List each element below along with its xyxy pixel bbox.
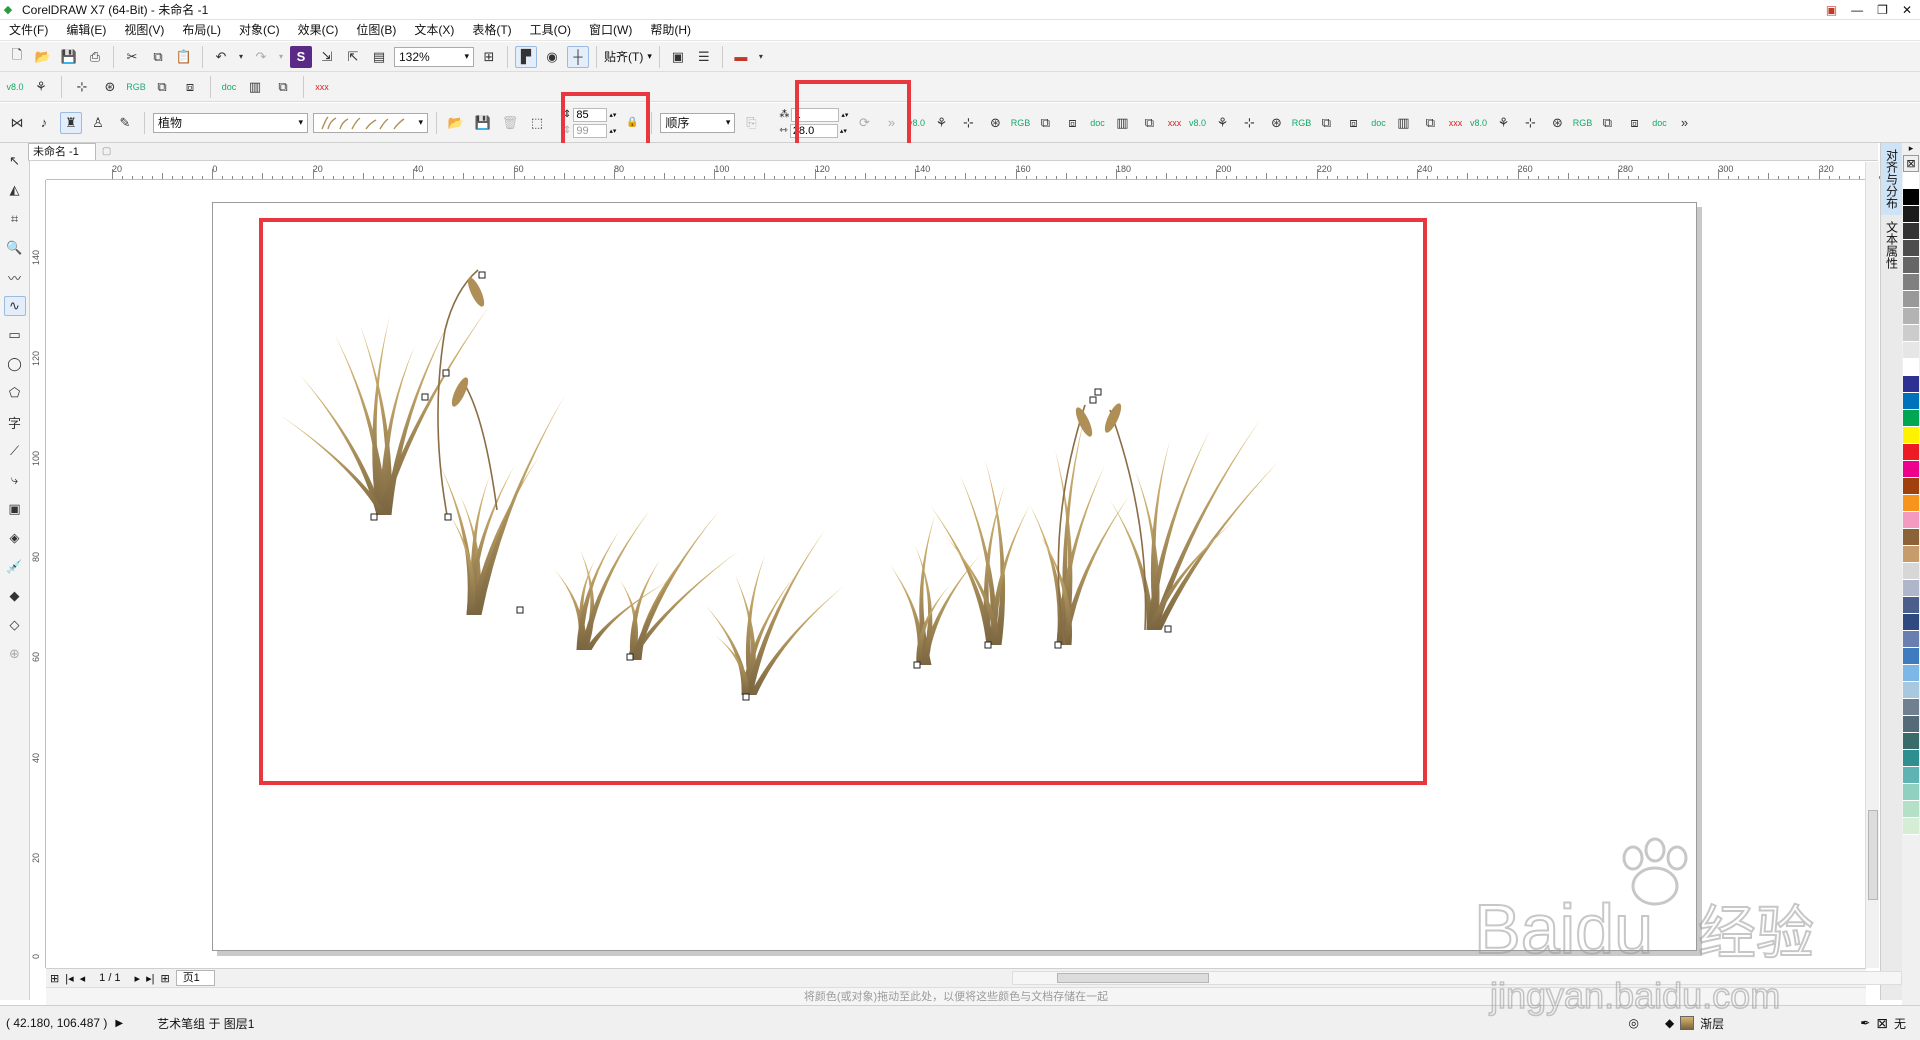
palette-swatch[interactable] <box>1903 359 1919 376</box>
palette-swatch[interactable] <box>1903 546 1919 563</box>
palette-swatch[interactable] <box>1903 767 1919 784</box>
node-handle[interactable] <box>478 271 486 279</box>
grass-blade <box>745 530 825 695</box>
docker-tab-align-distribute[interactable]: 对齐与分布 <box>1881 143 1903 215</box>
palette-swatch[interactable] <box>1903 648 1919 665</box>
palette-swatch[interactable] <box>1903 257 1919 274</box>
palette-swatch[interactable] <box>1903 699 1919 716</box>
palette-swatch[interactable] <box>1903 563 1919 580</box>
palette-swatch[interactable] <box>1903 750 1919 767</box>
palette-swatch[interactable] <box>1903 325 1919 342</box>
no-color-swatch[interactable]: ⊠ <box>1903 155 1919 172</box>
palette-scroll-up-icon[interactable]: ▸ <box>1909 143 1914 155</box>
node-handle[interactable] <box>984 641 992 649</box>
grass-blade <box>440 465 474 615</box>
node-handle[interactable] <box>742 693 750 701</box>
node-handle[interactable] <box>913 661 921 669</box>
last-page-icon[interactable]: ▸| <box>146 972 154 985</box>
vertical-scroll-thumb[interactable] <box>1868 810 1878 900</box>
baidu-jingyan-watermark: Baidu 经验 jingyan.baidu.com <box>1473 837 1815 1017</box>
cattail-head <box>467 277 485 307</box>
grass-blade <box>705 605 749 695</box>
palette-swatch[interactable] <box>1903 206 1919 223</box>
add-page-icon[interactable]: ⊞ <box>50 972 59 985</box>
palette-swatch[interactable] <box>1903 733 1919 750</box>
palette-swatch[interactable] <box>1903 342 1919 359</box>
palette-swatch[interactable] <box>1903 393 1919 410</box>
palette-swatch[interactable] <box>1903 274 1919 291</box>
grass-blade <box>584 580 670 650</box>
grass-blade <box>474 395 565 615</box>
object-info: 艺术笔组 于 图层1 <box>157 1016 255 1031</box>
cattail-stem <box>1109 409 1147 631</box>
palette-swatch[interactable] <box>1903 444 1919 461</box>
node-handle[interactable] <box>442 369 450 377</box>
next-page-icon[interactable]: ▸ <box>135 972 141 985</box>
grass-blade <box>1154 460 1280 630</box>
outline-pen-icon: ✒ <box>1860 1016 1871 1030</box>
node-handle[interactable] <box>516 606 524 614</box>
palette-swatch[interactable] <box>1903 784 1919 801</box>
grass-blade <box>384 320 450 515</box>
node-handle[interactable] <box>1054 641 1062 649</box>
grass-blade <box>1110 500 1154 630</box>
palette-swatch[interactable] <box>1903 716 1919 733</box>
palette-swatch[interactable] <box>1903 189 1919 206</box>
page-tab[interactable]: 页1 <box>175 970 215 986</box>
node-handle[interactable] <box>626 653 634 661</box>
first-page-icon[interactable]: |◂ <box>65 972 73 985</box>
palette-swatch[interactable] <box>1903 223 1919 240</box>
cursor-coordinates: ( 42.180, 106.487 ) <box>6 1016 108 1030</box>
grass-blade <box>630 510 720 660</box>
palette-swatch[interactable] <box>1903 512 1919 529</box>
palette-swatch[interactable] <box>1903 461 1919 478</box>
node-handle[interactable] <box>444 513 452 521</box>
palette-swatch[interactable] <box>1903 580 1919 597</box>
node-handle[interactable] <box>421 393 429 401</box>
palette-swatch[interactable] <box>1903 495 1919 512</box>
horizontal-scroll-thumb[interactable] <box>1057 973 1209 983</box>
palette-swatch[interactable] <box>1903 172 1919 189</box>
no-outline-icon: ⊠ <box>1876 1014 1888 1031</box>
palette-swatch[interactable] <box>1903 410 1919 427</box>
palette-swatch[interactable] <box>1903 529 1919 546</box>
grass-blade <box>580 510 650 650</box>
palette-swatch[interactable] <box>1903 240 1919 257</box>
palette-swatch[interactable] <box>1903 597 1919 614</box>
palette-swatch[interactable] <box>1903 427 1919 444</box>
palette-swatch[interactable] <box>1903 665 1919 682</box>
docker-tabs: 对齐与分布 文本属性 <box>1880 143 1903 1000</box>
palette-swatch[interactable] <box>1903 818 1919 835</box>
grass-blade <box>626 550 740 660</box>
node-handle[interactable] <box>1094 388 1102 396</box>
watermark-brand: Baidu <box>1474 890 1653 968</box>
node-handle[interactable] <box>1164 625 1172 633</box>
palette-swatch[interactable] <box>1903 291 1919 308</box>
palette-swatch[interactable] <box>1903 614 1919 631</box>
palette-swatch[interactable] <box>1903 631 1919 648</box>
add-page-end-icon[interactable]: ⊞ <box>160 972 169 985</box>
watermark-brand-cn: 经验 <box>1698 899 1814 967</box>
palette-swatch[interactable] <box>1903 478 1919 495</box>
watermark-url: jingyan.baidu.com <box>1489 975 1780 1016</box>
status-play-icon[interactable]: ▶ <box>115 1018 123 1029</box>
grass-blade <box>930 505 994 645</box>
page-count: 1 / 1 <box>99 972 121 984</box>
cattail-head <box>1104 403 1122 433</box>
palette-swatch[interactable] <box>1903 801 1919 818</box>
cattail-stem <box>464 384 498 511</box>
node-handle[interactable] <box>1089 396 1097 404</box>
palette-swatch[interactable] <box>1903 308 1919 325</box>
prev-page-icon[interactable]: ◂ <box>80 972 86 985</box>
outline-label: 无 <box>1893 1016 1906 1031</box>
vertical-scrollbar[interactable] <box>1865 162 1879 968</box>
node-handle[interactable] <box>370 513 378 521</box>
palette-swatch[interactable] <box>1903 682 1919 699</box>
color-palette: ▸ ⊠ <box>1902 143 1920 1013</box>
docker-tab-text-properties[interactable]: 文本属性 <box>1881 215 1903 275</box>
palette-swatch[interactable] <box>1903 376 1919 393</box>
